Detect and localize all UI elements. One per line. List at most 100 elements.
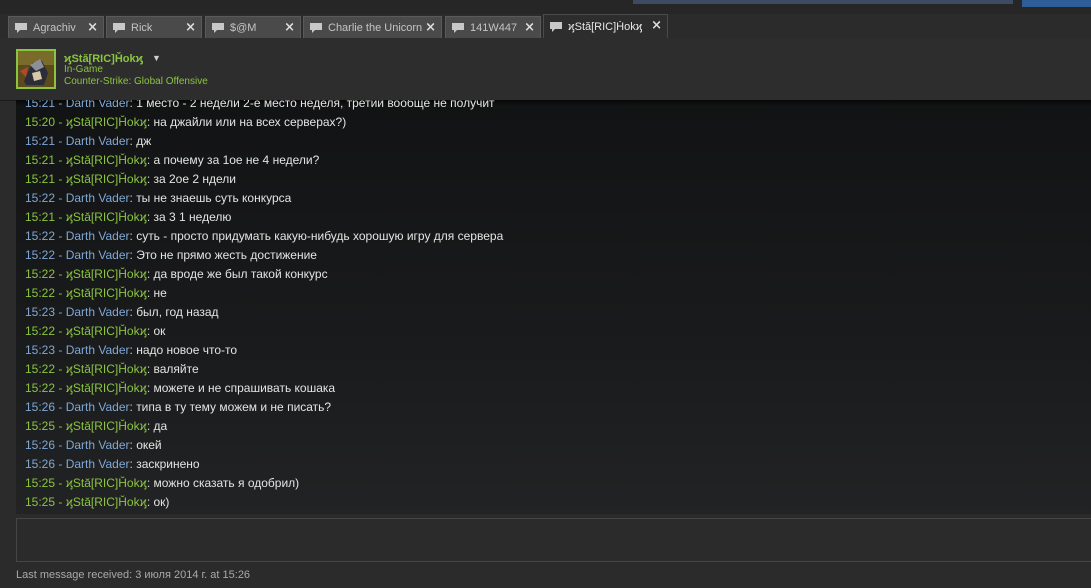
message-timestamp: 15:21: [25, 172, 56, 186]
close-icon[interactable]: ×: [87, 20, 98, 35]
message-text: дж: [136, 134, 152, 148]
message-timestamp: 15:25: [25, 419, 56, 433]
message-input[interactable]: [17, 519, 1091, 561]
chat-message: 15:23 - Darth Vader: надо новое что-то: [25, 341, 237, 360]
message-colon: :: [146, 495, 154, 509]
chat-message: 15:22 - Darth Vader: ты не знаешь суть к…: [25, 189, 291, 208]
message-colon: :: [146, 324, 154, 338]
message-separator: -: [55, 305, 66, 319]
chevron-down-icon[interactable]: ▼: [152, 53, 161, 63]
message-sender[interactable]: Darth Vader: [66, 100, 130, 110]
message-separator: -: [55, 419, 66, 433]
message-timestamp: 15:22: [25, 191, 56, 205]
message-separator: -: [55, 476, 66, 490]
chat-bubble-icon: [113, 22, 125, 33]
message-colon: :: [146, 210, 154, 224]
message-separator: -: [55, 229, 66, 243]
message-text: можете и не спрашивать кошака: [153, 381, 336, 395]
chat-tab[interactable]: 141W447 ×: [445, 16, 541, 38]
friend-avatar[interactable]: [16, 49, 56, 89]
message-sender[interactable]: Darth Vader: [66, 343, 130, 357]
message-separator: -: [55, 100, 66, 110]
message-text: ок: [153, 324, 166, 338]
message-text: ок): [153, 495, 170, 509]
message-colon: :: [146, 381, 154, 395]
message-text: за 2ое 2 ндели: [153, 172, 236, 186]
message-input-box[interactable]: [16, 518, 1091, 562]
message-sender[interactable]: Darth Vader: [66, 248, 130, 262]
chat-message: 15:21 - ϗStă[RIC]Ȟokϗ: а почему за 1ое н…: [25, 151, 319, 170]
message-sender[interactable]: ϗStă[RIC]Ȟokϗ: [66, 210, 147, 224]
close-icon[interactable]: ×: [425, 20, 436, 35]
message-separator: -: [55, 286, 66, 300]
message-separator: -: [55, 362, 66, 376]
message-sender[interactable]: ϗStă[RIC]Ȟokϗ: [66, 115, 147, 129]
message-sender[interactable]: ϗStă[RIC]Ȟokϗ: [66, 362, 147, 376]
message-sender[interactable]: ϗStă[RIC]Ȟokϗ: [66, 381, 147, 395]
message-text: Это не прямо жесть достижение: [136, 248, 317, 262]
message-text: на джайли или на всех серверах?): [153, 115, 347, 129]
message-separator: -: [55, 210, 66, 224]
friend-game: Counter-Strike: Global Offensive: [64, 76, 208, 87]
chat-message: 15:26 - Darth Vader: заскринено: [25, 455, 200, 474]
close-icon[interactable]: ×: [651, 18, 662, 33]
message-timestamp: 15:26: [25, 400, 56, 414]
message-timestamp: 15:22: [25, 362, 56, 376]
message-timestamp: 15:22: [25, 229, 56, 243]
message-separator: -: [55, 172, 66, 186]
chat-message: 15:22 - ϗStă[RIC]Ȟokϗ: не: [25, 284, 167, 303]
chat-bubble-icon: [452, 22, 464, 33]
chat-message: 15:21 - Darth Vader: дж: [25, 132, 151, 151]
message-separator: -: [55, 324, 66, 338]
message-text: не: [153, 286, 167, 300]
last-message-status: Last message received: 3 июля 2014 г. at…: [16, 569, 251, 581]
chat-message: 15:22 - ϗStă[RIC]Ȟokϗ: можете и не спраш…: [25, 379, 335, 398]
message-colon: :: [146, 362, 154, 376]
chat-bubble-icon: [550, 21, 562, 32]
message-sender[interactable]: ϗStă[RIC]Ȟokϗ: [66, 476, 147, 490]
chat-message: 15:26 - Darth Vader: окей: [25, 436, 162, 455]
chat-bubble-icon: [15, 22, 27, 33]
chat-history[interactable]: 15:21 - Darth Vader: 1 место - 2 недели …: [16, 100, 1091, 514]
message-sender[interactable]: ϗStă[RIC]Ȟokϗ: [66, 172, 147, 186]
chat-message: 15:20 - ϗStă[RIC]Ȟokϗ: на джайли или на …: [25, 113, 346, 132]
close-icon[interactable]: ×: [524, 20, 535, 35]
message-sender[interactable]: ϗStă[RIC]Ȟokϗ: [66, 495, 147, 509]
message-colon: :: [146, 115, 154, 129]
chat-bubble-icon: [310, 22, 322, 33]
message-sender[interactable]: ϗStă[RIC]Ȟokϗ: [66, 419, 147, 433]
message-sender[interactable]: Darth Vader: [66, 191, 130, 205]
message-sender[interactable]: ϗStă[RIC]Ȟokϗ: [66, 153, 147, 167]
chat-tab[interactable]: ϗStă[RIC]Ȟokϗ ×: [543, 14, 668, 38]
message-sender[interactable]: Darth Vader: [66, 229, 130, 243]
close-icon[interactable]: ×: [284, 20, 295, 35]
message-colon: :: [146, 419, 154, 433]
message-text: да вроде же был такой конкурс: [153, 267, 328, 281]
chat-tab[interactable]: Charlie the Unicorn ×: [303, 16, 442, 38]
message-timestamp: 15:22: [25, 324, 56, 338]
message-text: надо новое что-то: [136, 343, 238, 357]
message-sender[interactable]: ϗStă[RIC]Ȟokϗ: [66, 324, 147, 338]
chat-message: 15:22 - Darth Vader: суть - просто приду…: [25, 227, 503, 246]
message-timestamp: 15:21: [25, 134, 56, 148]
message-sender[interactable]: ϗStă[RIC]Ȟokϗ: [66, 286, 147, 300]
message-sender[interactable]: Darth Vader: [66, 457, 130, 471]
message-sender[interactable]: ϗStă[RIC]Ȟokϗ: [66, 267, 147, 281]
message-sender[interactable]: Darth Vader: [66, 438, 130, 452]
message-timestamp: 15:23: [25, 343, 56, 357]
message-timestamp: 15:20: [25, 115, 56, 129]
message-colon: :: [146, 286, 154, 300]
chat-tab-bar: Agrachiv × Rick × $@M × Charlie the Unicorn × 14…: [0, 14, 1091, 38]
message-sender[interactable]: Darth Vader: [66, 134, 130, 148]
message-timestamp: 15:26: [25, 438, 56, 452]
chat-tab[interactable]: Rick ×: [106, 16, 202, 38]
chat-tab[interactable]: $@M ×: [205, 16, 301, 38]
message-sender[interactable]: Darth Vader: [66, 305, 130, 319]
message-timestamp: 15:25: [25, 495, 56, 509]
close-icon[interactable]: ×: [185, 20, 196, 35]
chat-tab[interactable]: Agrachiv ×: [8, 16, 104, 38]
chat-message: 15:22 - Darth Vader: Это не прямо жесть …: [25, 246, 317, 265]
friend-status: In-Game: [64, 64, 103, 75]
message-separator: -: [55, 438, 66, 452]
message-sender[interactable]: Darth Vader: [66, 400, 130, 414]
